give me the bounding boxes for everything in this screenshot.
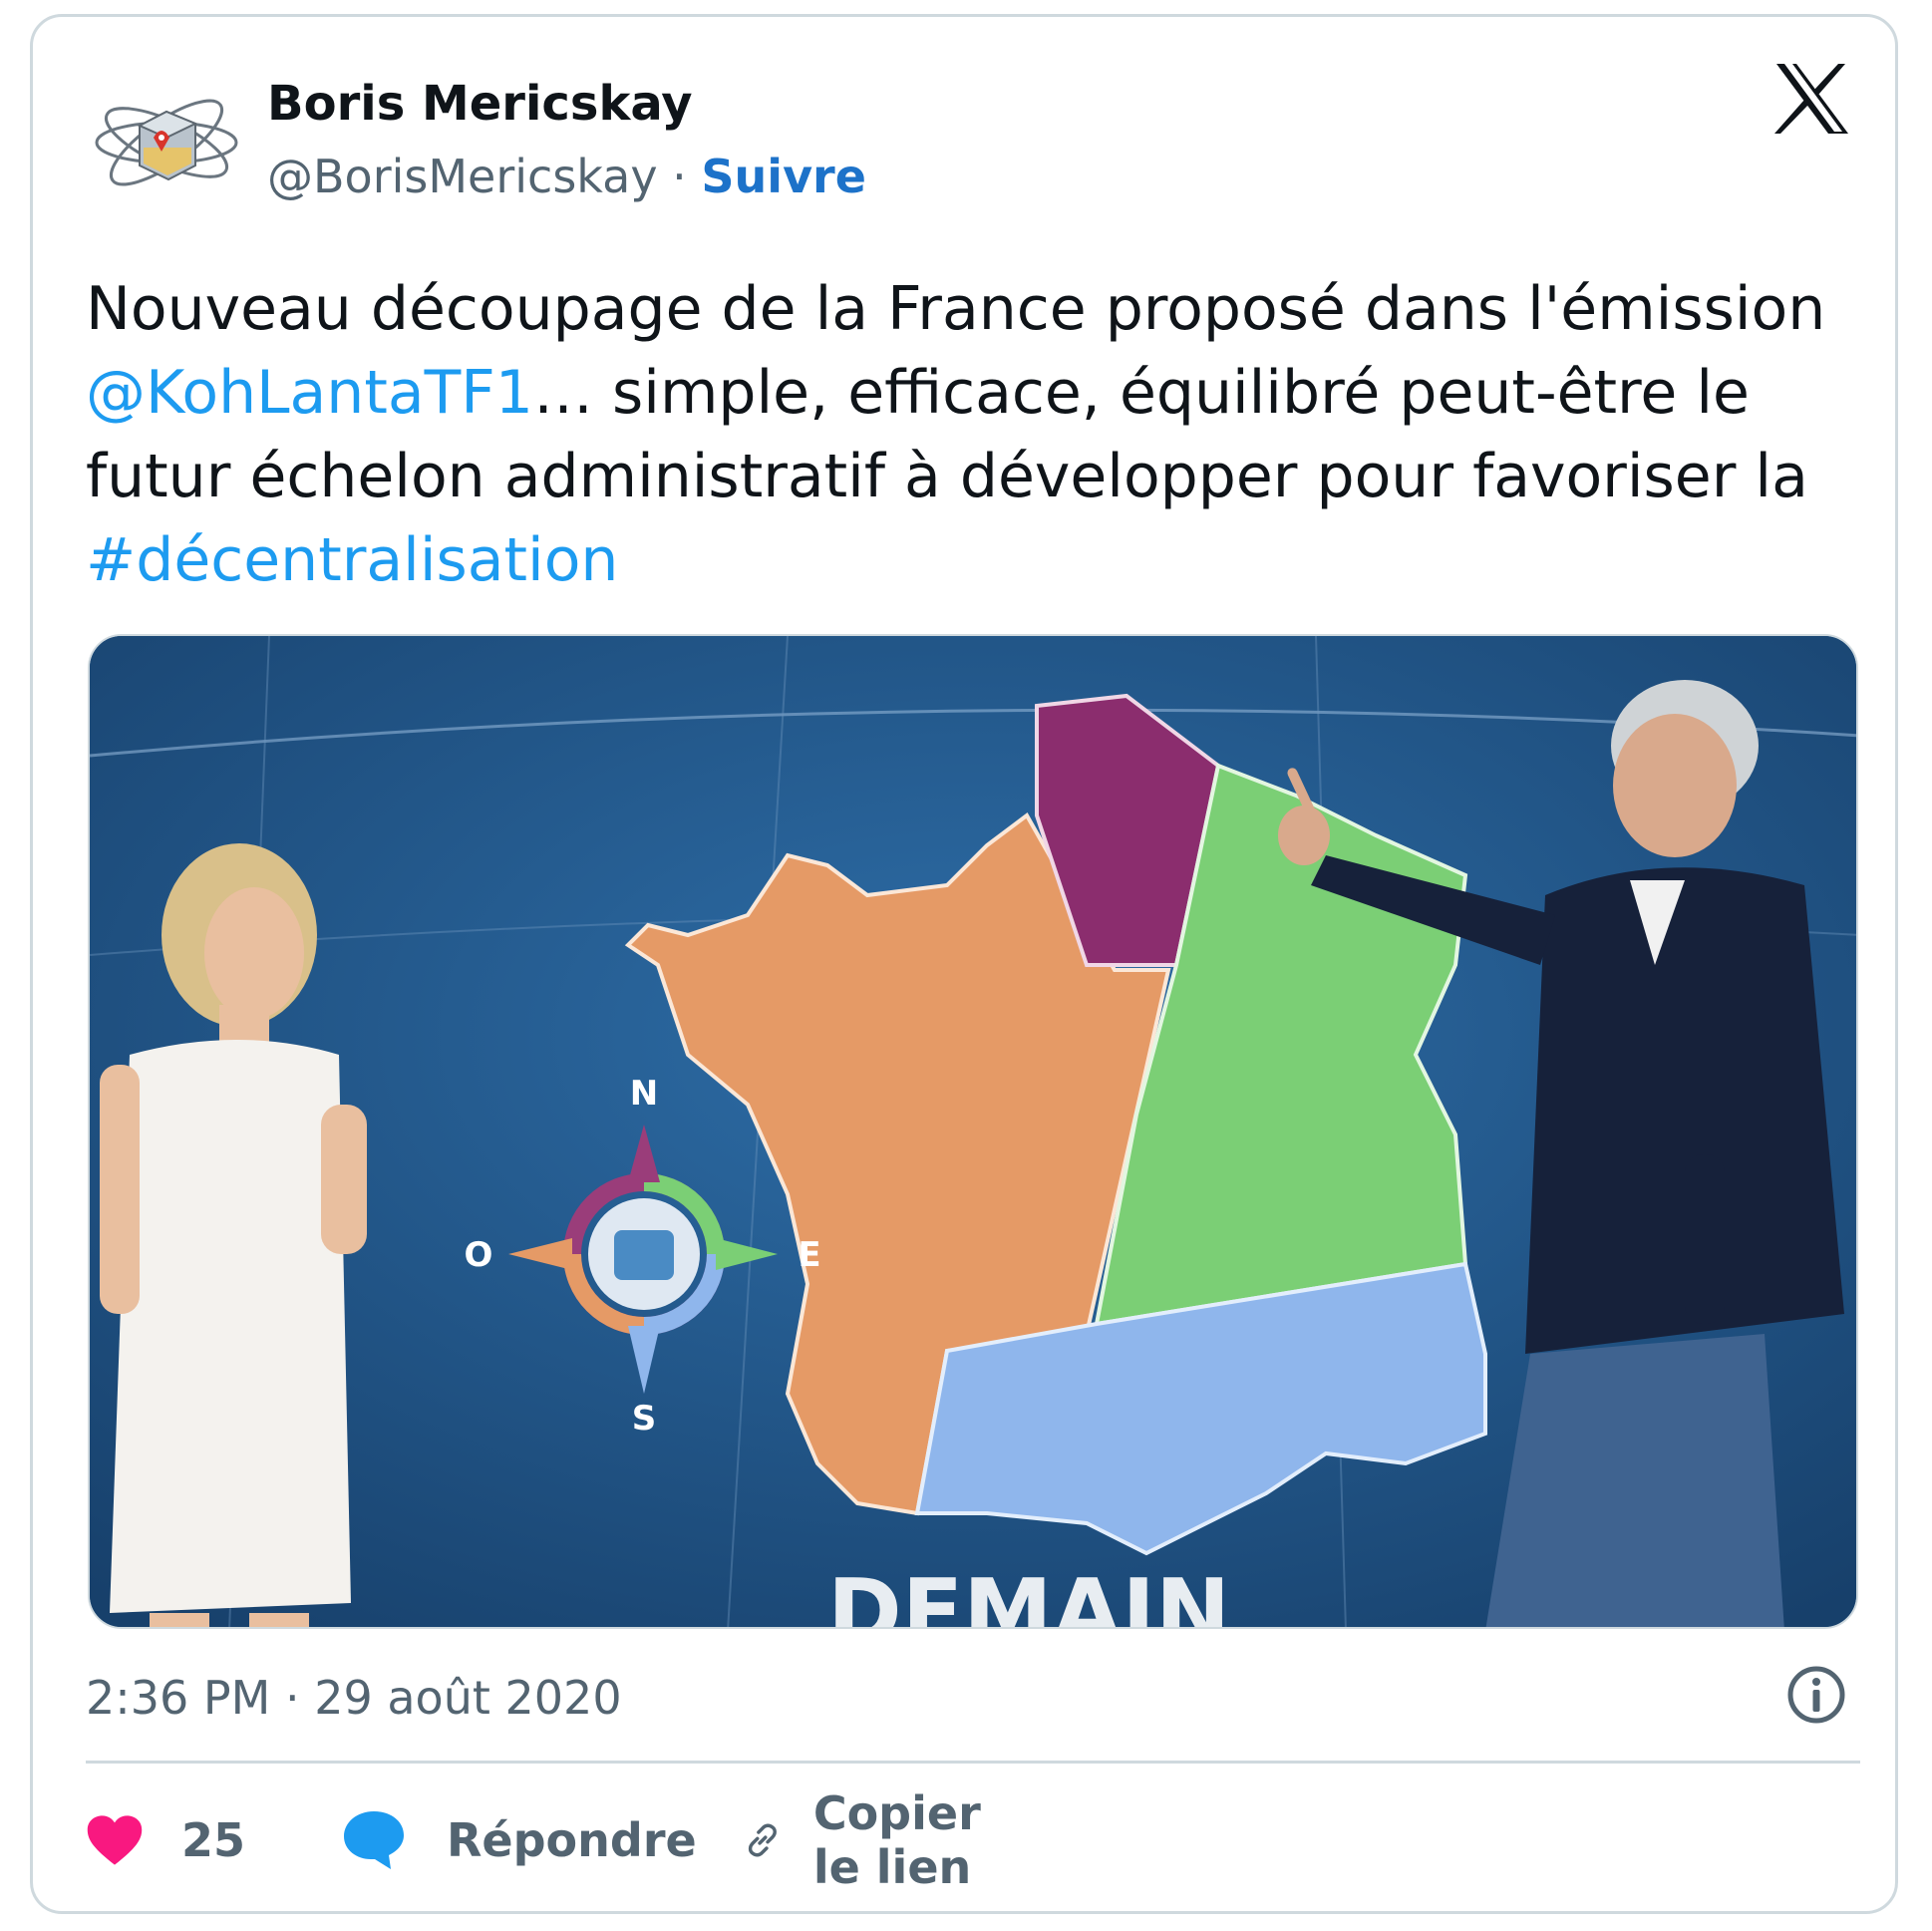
info-icon[interactable] xyxy=(1784,1663,1848,1727)
mention-link[interactable]: @KohLantaTF1 xyxy=(86,358,533,428)
follow-button[interactable]: Suivre xyxy=(701,150,866,203)
divider xyxy=(86,1761,1860,1764)
tweet-timestamp[interactable]: 2:36 PM · 29 août 2020 xyxy=(86,1671,622,1725)
compass-n-label: N xyxy=(630,1074,658,1114)
compass-s-label: S xyxy=(632,1399,657,1439)
heart-icon xyxy=(87,1815,143,1865)
handle-row: @BorisMericskay · Suivre xyxy=(267,150,866,203)
hashtag-link[interactable]: #décentralisation xyxy=(86,525,618,595)
copy-link-label: Copier le lien xyxy=(812,1786,981,1894)
compass-e-label: E xyxy=(798,1235,820,1275)
tweet-text-part-1: Nouveau découpage de la France proposé d… xyxy=(86,274,1826,344)
tweet-text: Nouveau découpage de la France proposé d… xyxy=(86,267,1880,602)
x-logo-icon[interactable] xyxy=(1772,62,1852,136)
author-name[interactable]: Boris Mericskay xyxy=(267,76,693,132)
link-icon xyxy=(748,1823,777,1857)
author-handle[interactable]: @BorisMericskay xyxy=(267,150,658,203)
like-count: 25 xyxy=(180,1813,245,1867)
compass-o-label: O xyxy=(465,1235,493,1275)
media-bottom-text: DEMAIN xyxy=(827,1560,1230,1629)
tweet-media-image[interactable]: N S E O DEMAIN xyxy=(88,634,1858,1629)
separator-dot: · xyxy=(672,150,687,203)
reply-bubble-icon xyxy=(344,1811,404,1869)
copy-link-action[interactable]: Copier le lien xyxy=(744,1786,1009,1894)
like-action[interactable]: 25 xyxy=(86,1800,245,1880)
reply-action[interactable]: Répondre xyxy=(341,1800,697,1880)
avatar[interactable] xyxy=(92,68,241,217)
reply-label: Répondre xyxy=(447,1813,697,1867)
